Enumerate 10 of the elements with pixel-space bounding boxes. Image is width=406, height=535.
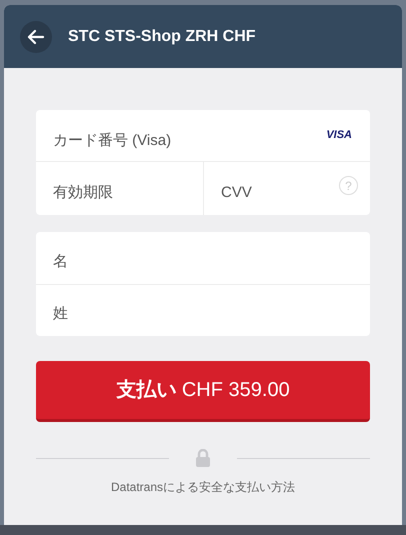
back-button[interactable] bbox=[20, 20, 52, 52]
lock-icon bbox=[195, 449, 211, 467]
window-title: STC STS-Shop ZRH CHF bbox=[68, 26, 256, 46]
security-note: Datatransによる安全な支払い方法 bbox=[110, 479, 296, 496]
back-arrow-icon bbox=[27, 28, 45, 46]
name-field[interactable]: 名 bbox=[36, 232, 370, 284]
card-brand-logo: VISA bbox=[326, 128, 352, 143]
expiry-field[interactable]: 有効期限 bbox=[36, 162, 204, 215]
pay-button[interactable]: 支払い CHF 359.00 bbox=[36, 361, 370, 422]
name-field[interactable]: 姓 bbox=[36, 284, 370, 336]
